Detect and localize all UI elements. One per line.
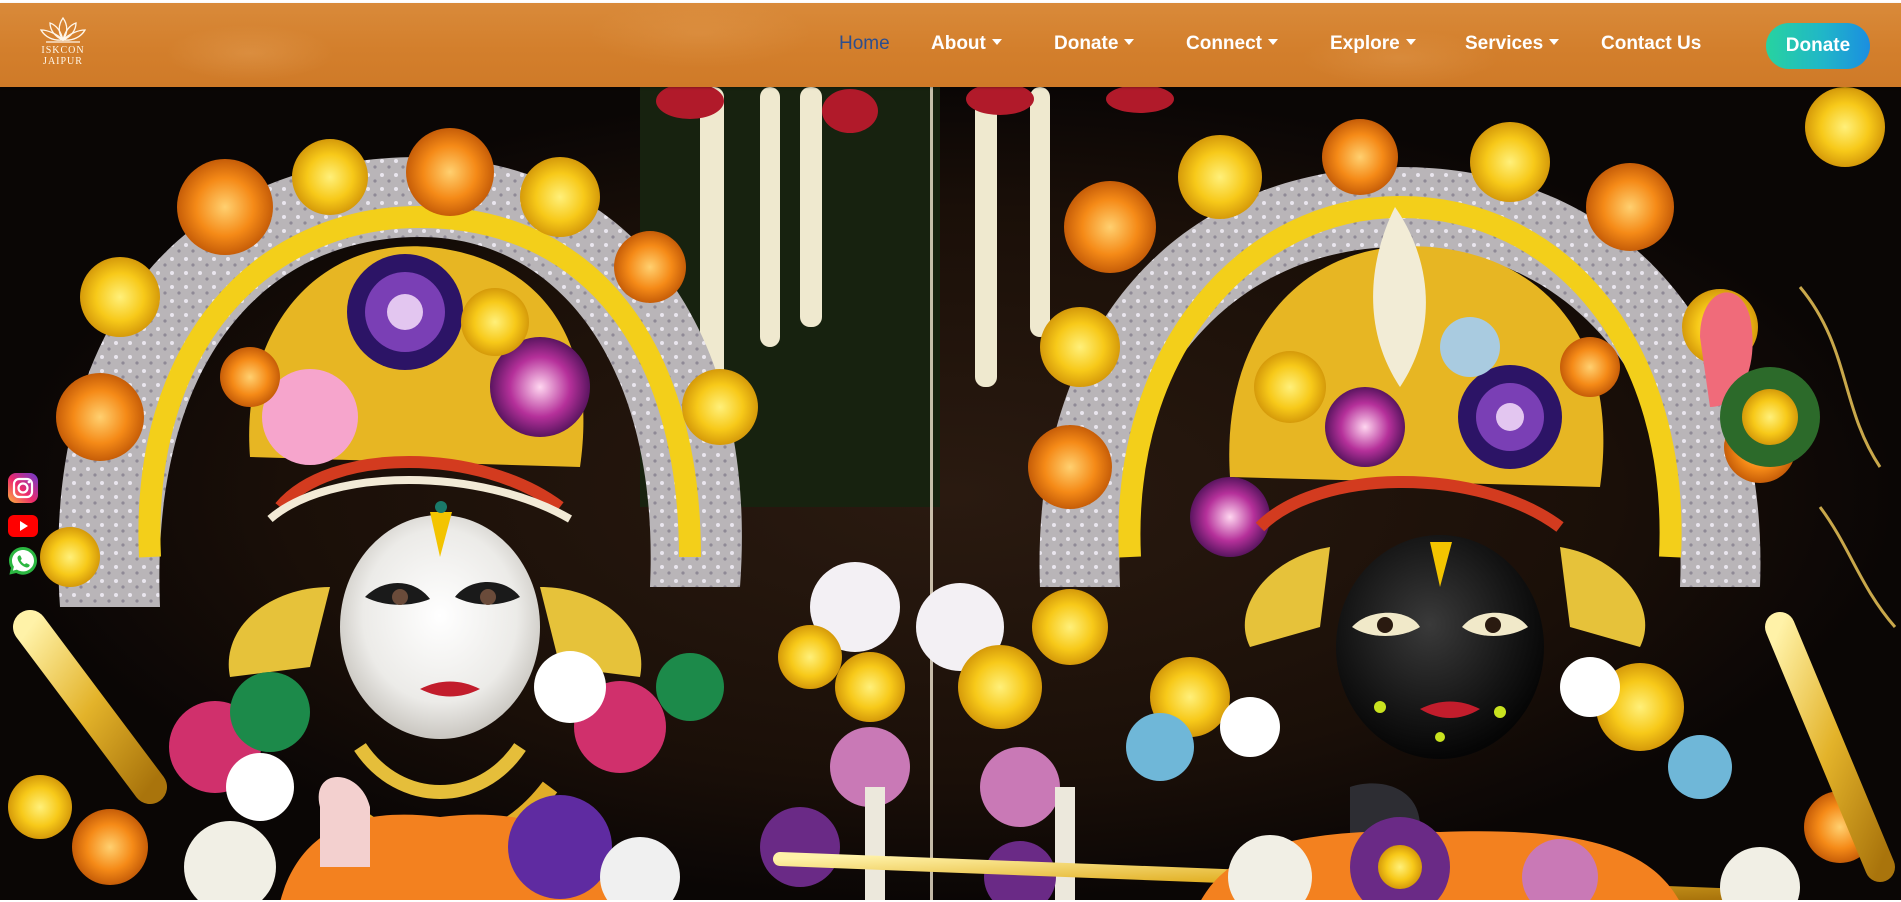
main-nav: Home About Donate Connect Explore Servic… <box>0 3 1901 87</box>
chevron-down-icon <box>1549 39 1560 45</box>
nav-item-about[interactable]: About <box>931 33 1002 55</box>
navbar: ISKCON JAIPUR Home About Donate Connect … <box>0 3 1901 87</box>
donate-button[interactable]: Donate <box>1766 23 1870 69</box>
nav-item-donate[interactable]: Donate <box>1054 33 1135 55</box>
chevron-down-icon <box>1405 39 1416 45</box>
chevron-down-icon <box>1124 39 1135 45</box>
hero-deity-image <box>0 87 1901 902</box>
nav-item-label: Connect <box>1186 33 1262 54</box>
nav-item-label: Contact Us <box>1601 33 1702 54</box>
nav-item-label: Home <box>839 33 890 54</box>
nav-item-label: Donate <box>1054 33 1119 54</box>
youtube-icon[interactable] <box>7 514 39 538</box>
chevron-down-icon <box>991 39 1002 45</box>
chevron-down-icon <box>1268 39 1278 45</box>
nav-item-explore[interactable]: Explore <box>1330 33 1416 55</box>
page: ISKCON JAIPUR Home About Donate Connect … <box>0 0 1901 902</box>
nav-item-label: Services <box>1465 33 1544 54</box>
nav-item-services[interactable]: Services <box>1465 33 1560 55</box>
whatsapp-icon[interactable] <box>7 545 39 577</box>
nav-item-contact[interactable]: Contact Us <box>1601 33 1701 55</box>
nav-item-home[interactable]: Home <box>839 33 890 55</box>
nav-item-label: Explore <box>1330 33 1400 54</box>
nav-item-connect[interactable]: Connect <box>1186 33 1278 55</box>
instagram-icon[interactable] <box>7 472 39 504</box>
nav-item-label: About <box>931 33 986 54</box>
hero-banner <box>0 87 1901 902</box>
